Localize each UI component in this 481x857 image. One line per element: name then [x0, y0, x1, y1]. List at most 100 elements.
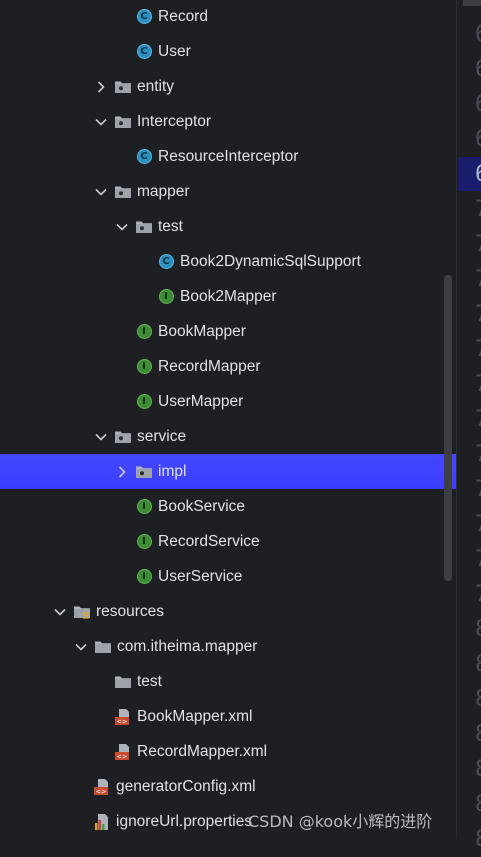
tree-item-label: UserService [158, 567, 243, 585]
line-number: 7 [475, 577, 481, 612]
xml-file-icon: <> [114, 708, 132, 726]
chevron-right-icon[interactable] [94, 80, 108, 94]
tree-item-resourceinterceptor[interactable]: C ResourceInterceptor [0, 139, 456, 174]
folder-icon [114, 673, 132, 691]
tree-item-interceptor[interactable]: Interceptor [0, 104, 456, 139]
line-number: 7 [475, 227, 481, 262]
properties-file-icon [93, 813, 111, 831]
interface-icon: I [135, 358, 153, 376]
resources-folder-icon [73, 603, 91, 621]
chevron-down-icon[interactable] [53, 605, 67, 619]
line-number: 7 [475, 262, 481, 297]
tree-item-bookservice[interactable]: I BookService [0, 489, 456, 524]
tree-item-label: ignoreUrl.properties [116, 812, 253, 830]
line-number: 7 [475, 542, 481, 577]
tree-item-generatorconfig-xml[interactable]: <> generatorConfig.xml [0, 769, 456, 804]
tree-item-label: test [158, 217, 183, 235]
class-icon: C [135, 43, 153, 61]
package-folder-icon [114, 183, 132, 201]
line-number: 7 [475, 507, 481, 542]
chevron-down-icon[interactable] [94, 430, 108, 444]
line-number: 7 [475, 192, 481, 227]
line-number: 7 [475, 297, 481, 332]
tree-item-bookmapper[interactable]: I BookMapper [0, 314, 456, 349]
line-number: 6 [475, 17, 481, 52]
tree-item-book2dynamicsqlsupport[interactable]: C Book2DynamicSqlSupport [0, 244, 456, 279]
line-number: 6 [475, 87, 481, 122]
tree-item-label: RecordMapper [158, 357, 261, 375]
xml-file-icon: <> [114, 743, 132, 761]
tree-item-label: User [158, 42, 191, 60]
tree-item-test[interactable]: test [0, 209, 456, 244]
interface-icon: I [135, 498, 153, 516]
interface-icon: I [135, 323, 153, 341]
class-run-icon: C [157, 253, 175, 271]
tree-item-label: resources [96, 602, 165, 620]
tree-item-entity[interactable]: entity [0, 69, 456, 104]
interface-icon: I [135, 568, 153, 586]
xml-file-icon: <> [93, 778, 111, 796]
tree-item-mapper[interactable]: mapper [0, 174, 456, 209]
line-number: 8 [475, 682, 481, 717]
tree-item-test[interactable]: test [0, 664, 456, 699]
tree-item-label: test [137, 672, 162, 690]
tree-item-record[interactable]: C Record [0, 0, 456, 34]
tree-item-book2mapper[interactable]: I Book2Mapper [0, 279, 456, 314]
tree-item-label: Book2Mapper [180, 287, 277, 305]
line-number: 8 [475, 717, 481, 752]
tree-item-label: service [137, 427, 187, 445]
tree-item-usermapper[interactable]: I UserMapper [0, 384, 456, 419]
tree-item-label: Record [158, 7, 208, 25]
line-number: 7 [475, 332, 481, 367]
project-tree: C Record C User entity Interceptor C ResourceIn… [0, 0, 456, 839]
package-folder-icon [114, 113, 132, 131]
tree-item-impl[interactable]: impl [0, 454, 456, 489]
tree-item-com-itheima-mapper[interactable]: com.itheima.mapper [0, 629, 456, 664]
line-number: 8 [475, 647, 481, 682]
chevron-right-icon[interactable] [115, 465, 129, 479]
line-number: 7 [475, 402, 481, 437]
tree-item-label: Book2DynamicSqlSupport [180, 252, 361, 270]
tree-item-recordmapper-xml[interactable]: <> RecordMapper.xml [0, 734, 456, 769]
editor-tab-edge [463, 0, 481, 6]
svg-text:<>: <> [117, 717, 128, 725]
tree-item-label: RecordService [158, 532, 260, 550]
line-number: 8 [475, 612, 481, 647]
line-number: 8 [475, 822, 481, 857]
tree-item-label: generatorConfig.xml [116, 777, 256, 795]
line-number: 6 [475, 52, 481, 87]
tree-item-userservice[interactable]: I UserService [0, 559, 456, 594]
tree-item-label: entity [137, 77, 175, 95]
line-number: 7 [475, 367, 481, 402]
package-folder-icon [114, 428, 132, 446]
tree-item-label: UserMapper [158, 392, 244, 410]
tree-item-resources[interactable]: resources [0, 594, 456, 629]
package-folder-icon [135, 218, 153, 236]
class-icon: C [135, 8, 153, 26]
interface-icon: I [157, 288, 175, 306]
tree-item-recordservice[interactable]: I RecordService [0, 524, 456, 559]
tree-item-label: BookService [158, 497, 246, 515]
editor-gutter: 666667777777777778888888 [456, 0, 481, 852]
tree-item-user[interactable]: C User [0, 34, 456, 69]
tree-item-label: mapper [137, 182, 190, 200]
interface-icon: I [135, 393, 153, 411]
interface-icon: I [135, 533, 153, 551]
tree-item-label: impl [158, 462, 187, 480]
tree-item-recordmapper[interactable]: I RecordMapper [0, 349, 456, 384]
tree-item-service[interactable]: service [0, 419, 456, 454]
chevron-down-icon[interactable] [94, 185, 108, 199]
tree-item-label: ResourceInterceptor [158, 147, 299, 165]
tree-item-bookmapper-xml[interactable]: <> BookMapper.xml [0, 699, 456, 734]
tree-item-label: Interceptor [137, 112, 212, 130]
tree-item-label: RecordMapper.xml [137, 742, 268, 760]
chevron-down-icon[interactable] [115, 220, 129, 234]
tree-item-label: com.itheima.mapper [117, 637, 258, 655]
folder-icon [94, 638, 112, 656]
chevron-down-icon[interactable] [74, 640, 88, 654]
tree-item-label: BookMapper [158, 322, 246, 340]
line-number: 7 [475, 437, 481, 472]
chevron-down-icon[interactable] [94, 115, 108, 129]
svg-text:<>: <> [117, 752, 128, 760]
tree-scrollbar[interactable] [444, 275, 452, 581]
